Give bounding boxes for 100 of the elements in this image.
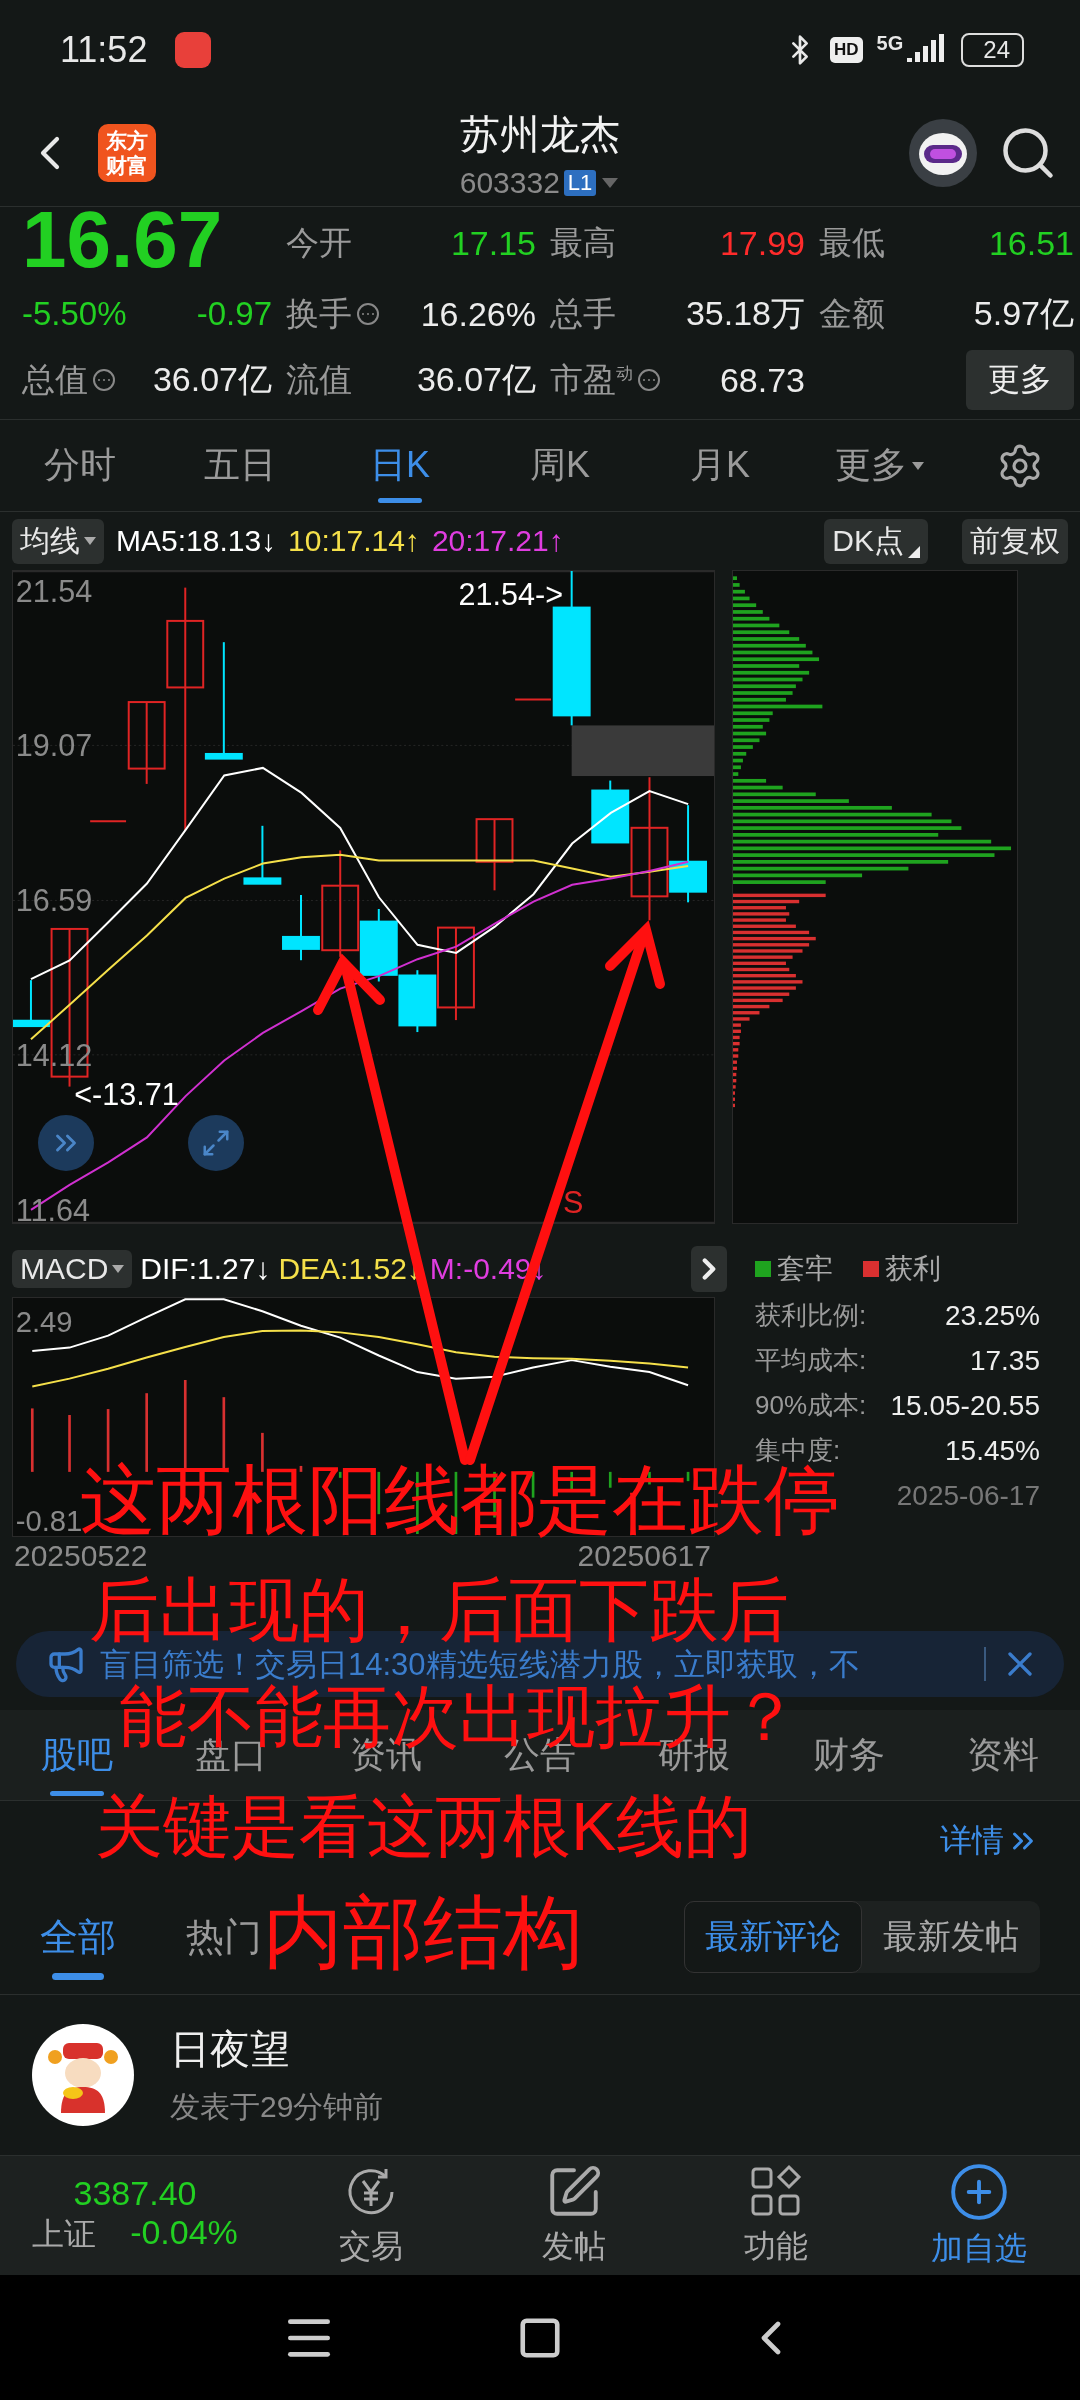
chip-stat-label: 90%成本: <box>755 1389 867 1422</box>
megaphone-icon <box>46 1644 86 1684</box>
battery-indicator: 24 <box>961 33 1024 67</box>
stat-value: 16.26% <box>420 294 536 334</box>
date-label: 20250617 <box>577 1541 711 1571</box>
stat-value: 35.18万 <box>685 293 805 334</box>
stat-value: 16.51 <box>988 224 1074 263</box>
status-time: 11:52 <box>60 29 148 71</box>
axis-label: 16.59 <box>15 883 93 918</box>
hd-badge: HD <box>830 37 863 63</box>
nav-item[interactable]: 加自选 <box>877 2156 1080 2275</box>
period-tab[interactable]: 五日 <box>160 420 320 511</box>
moving-average-value: 20:17.21↑ <box>431 524 564 558</box>
post-time: 发表于29分钟前 <box>170 2089 384 2125</box>
banner-text: 盲目筛选！交易日14:30精选短线潜力股，立即获取，不 <box>100 1648 861 1680</box>
caret-icon <box>112 1264 125 1274</box>
expand-button[interactable] <box>38 1115 94 1171</box>
stat-label: 金额 <box>819 293 885 334</box>
stat-label: 今开 <box>286 223 352 263</box>
index-value: 3387.40 <box>73 2174 197 2213</box>
stat-label: 流值 <box>286 359 352 400</box>
period-tab[interactable]: 日K <box>320 420 480 511</box>
nav-item[interactable]: 交易 <box>270 2156 473 2275</box>
expand-icon <box>201 1128 231 1158</box>
nav-item[interactable]: 发帖 <box>472 2156 675 2275</box>
chip-stat-label: 平均成本: <box>755 1344 867 1377</box>
app-logo: 东方 财富 <box>98 124 156 182</box>
chip-stat-label: 获利比例: <box>755 1299 867 1332</box>
axis-label: 21.54 <box>15 574 93 608</box>
annotation-text: 后出现的，后面下跌后 <box>89 1575 789 1645</box>
indicator-selector[interactable]: 均线 <box>12 518 104 564</box>
last-price: 16.67 <box>22 200 223 280</box>
period-tab[interactable]: 周K <box>480 420 640 511</box>
candle <box>89 820 128 823</box>
stat-value: 17.99 <box>719 224 805 263</box>
legend-label: 套牢 <box>777 1252 833 1286</box>
stat-label: 总值 <box>22 359 88 400</box>
low-price-marker: <-13.71 <box>74 1076 179 1111</box>
period-tab[interactable]: 更多 <box>800 420 960 511</box>
period-tab[interactable]: 月K <box>640 420 800 511</box>
axis-label: 2.49 <box>15 1306 73 1339</box>
chip-stat-value: 15.45% <box>945 1434 1040 1467</box>
chip-stat-value: 15.05-20.55 <box>890 1389 1040 1422</box>
stock-name: 苏州龙杰 <box>460 110 620 158</box>
fullscreen-button[interactable] <box>188 1115 244 1171</box>
index-change: -0.04% <box>130 2213 238 2253</box>
more-button[interactable]: 更多 <box>966 350 1074 410</box>
stat-value: 17.15 <box>450 224 536 263</box>
info-icon[interactable] <box>356 302 380 326</box>
caret-icon <box>84 536 96 546</box>
moving-average-value: MA5:18.13↓ <box>116 524 277 558</box>
axis-label: 19.07 <box>15 728 93 763</box>
network-type: 5G <box>876 32 904 55</box>
legend-label: 获利 <box>885 1252 941 1286</box>
annotation-text: 内部结构 <box>263 1893 583 1973</box>
section-tab[interactable]: 资料 <box>925 1710 1080 1800</box>
axis-label: -0.81 <box>15 1504 83 1536</box>
chip-stat-label: 集中度: <box>755 1434 841 1465</box>
chart-option-button[interactable]: 前复权 <box>962 518 1068 564</box>
moving-average-value: 10:17.14↑ <box>288 524 420 558</box>
corner-triangle-icon <box>908 545 920 558</box>
caret-icon[interactable] <box>600 175 621 190</box>
info-icon[interactable] <box>637 368 661 392</box>
level-badge: L1 <box>563 169 597 196</box>
info-icon[interactable] <box>92 368 116 392</box>
candle <box>243 824 282 885</box>
high-price-marker: 21.54-> <box>458 576 564 611</box>
stat-label: 最低 <box>819 223 885 263</box>
chart-option-button[interactable]: DK点 <box>824 518 928 564</box>
stat-value: 36.07亿 <box>416 359 536 400</box>
chip-stat-value: 23.25% <box>945 1299 1040 1332</box>
author-name: 日夜望 <box>170 2026 291 2073</box>
indicator-selector[interactable]: MACD <box>12 1250 133 1288</box>
stat-label: 总手 <box>550 293 616 334</box>
feed-tab[interactable]: 全部 <box>40 1880 116 1994</box>
feed-tab[interactable]: 热门 <box>186 1880 262 1994</box>
change-percent: -5.50% <box>22 295 127 333</box>
stat-value: 5.97亿 <box>973 293 1074 334</box>
annotation-text: 关键是看这两根K线的 <box>95 1792 753 1860</box>
app-icon <box>175 32 212 68</box>
period-tab[interactable]: 分时 <box>0 420 160 511</box>
stock-code: 603332 <box>459 165 560 200</box>
sell-signal: S <box>563 1185 584 1219</box>
sort-option[interactable]: 最新评论 <box>684 1901 862 1973</box>
sort-option[interactable]: 最新发帖 <box>862 1901 1040 1973</box>
chip-date: 2025-06-17 <box>896 1479 1040 1512</box>
details-link[interactable]: 详情 <box>940 1818 1040 1863</box>
macd-value: DIF:1.27↓ <box>140 1252 271 1286</box>
robot-avatar-icon[interactable] <box>908 118 978 188</box>
stat-value: 36.07亿 <box>152 359 272 400</box>
nav-item[interactable]: 功能 <box>675 2156 878 2275</box>
axis-label: 11.64 <box>15 1192 90 1223</box>
stat-label: 最高 <box>550 223 616 263</box>
chip-stat-value: 17.35 <box>969 1344 1040 1377</box>
stat-label: 市盈$^{动}$ <box>550 359 633 400</box>
index-name: 上证 <box>32 2215 97 2254</box>
change-amount: -0.97 <box>196 295 272 333</box>
next-button[interactable] <box>691 1246 727 1292</box>
stat-value: 68.73 <box>719 360 805 400</box>
stat-label: 换手 <box>286 293 352 334</box>
